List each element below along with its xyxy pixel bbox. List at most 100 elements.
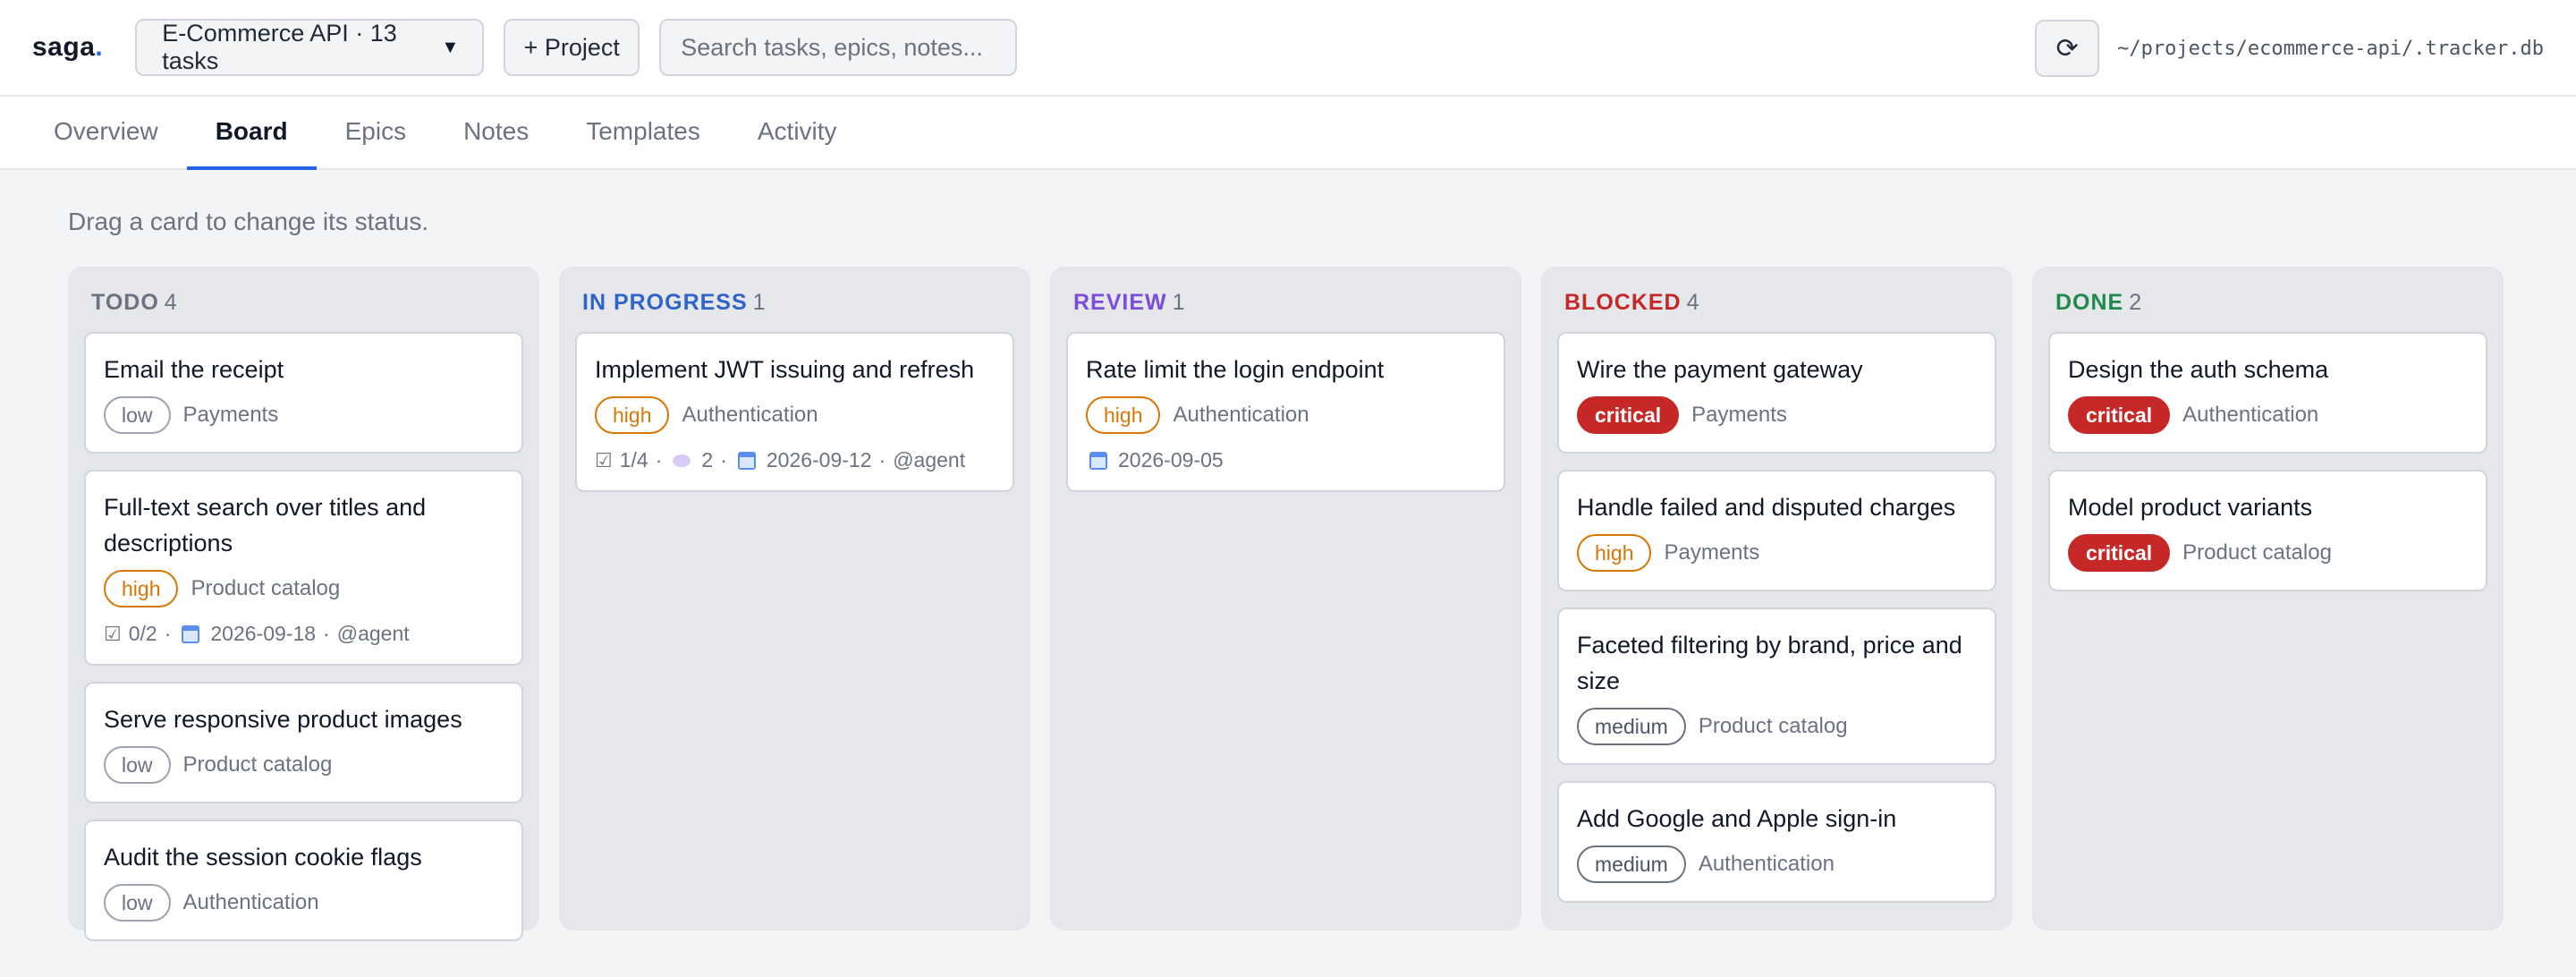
priority-badge: medium [1577,708,1686,745]
search-input[interactable]: Search tasks, epics, notes... [659,19,1018,76]
task-title: Full-text search over titles and descrip… [104,494,427,556]
task-card[interactable]: Add Google and Apple sign-in medium Authen… [1557,781,1996,903]
task-card[interactable]: Implement JWT issuing and refresh high Aut… [575,332,1014,492]
task-title: Wire the payment gateway [1577,356,1863,383]
meta-separator: · [655,448,663,472]
column-title: TODO [91,290,159,315]
db-path: ~/projects/ecommerce-api/.tracker.db [2117,37,2544,60]
comment-icon [673,454,691,467]
meta-separator: · [164,622,172,645]
priority-badge: high [1577,534,1652,572]
task-card[interactable]: Email the receipt low Payments [84,332,523,454]
new-project-button[interactable]: + Project [504,19,640,76]
tab-board[interactable]: Board [186,97,317,170]
task-tags: medium Product catalog [1577,708,1977,745]
column-header: TODO 4 [84,286,523,332]
due-date: 2026-09-05 [1118,448,1224,472]
priority-badge: critical [2068,396,2171,434]
priority-badge: low [104,746,171,784]
column-title: DONE [2055,290,2124,315]
epic-label: Authentication [1698,852,1835,876]
column-header: IN PROGRESS 1 [575,286,1014,332]
task-title: Handle failed and disputed charges [1577,494,1956,521]
task-card[interactable]: Serve responsive product images low Produc… [84,682,523,803]
card-list: Implement JWT issuing and refresh high Aut… [575,332,1014,492]
app-logo[interactable]: saga. [32,32,103,63]
task-tags: high Payments [1577,534,1977,572]
task-title: Add Google and Apple sign-in [1577,805,1897,832]
refresh-button[interactable]: ⟳ [2035,20,2100,77]
task-card[interactable]: Rate limit the login endpoint high Authent… [1066,332,1505,492]
card-list: Wire the payment gateway critical Payments… [1557,332,1996,903]
task-tags: critical Authentication [2068,396,2468,434]
top-right-group: ⟳ ~/projects/ecommerce-api/.tracker.db [2035,20,2544,77]
epic-label: Payments [182,403,279,427]
task-card[interactable]: Wire the payment gateway critical Payments [1557,332,1996,454]
priority-badge: critical [2068,534,2171,572]
epic-label: Payments [1691,403,1787,427]
card-list: Rate limit the login endpoint high Authent… [1066,332,1505,492]
task-title: Model product variants [2068,494,2313,521]
calendar-icon [737,451,756,470]
task-title: Implement JWT issuing and refresh [595,356,975,383]
column-header: BLOCKED 4 [1557,286,1996,332]
task-card[interactable]: Design the auth schema critical Authentica… [2048,332,2487,454]
tab-notes[interactable]: Notes [435,97,557,170]
task-tags: high Authentication [595,396,995,434]
board-hint: Drag a card to change its status. [68,208,429,235]
tab-epics[interactable]: Epics [317,97,435,170]
priority-badge: critical [1577,396,1680,434]
card-list: Design the auth schema critical Authentica… [2048,332,2487,591]
task-tags: low Authentication [104,884,504,922]
checkbox-icon: ☑ [104,622,122,645]
task-tags: high Product catalog [104,570,504,607]
meta-separator: · [323,622,330,645]
kanban-board: TODO 4 Email the receipt low Payments Full-te… [0,267,2576,941]
task-tags: low Product catalog [104,746,504,784]
column-count: 2 [2129,290,2142,315]
refresh-icon: ⟳ [2055,33,2079,64]
meta-separator: · [878,448,886,472]
column-blocked: BLOCKED 4 Wire the payment gateway critical… [1541,267,2012,930]
meta-separator: · [720,448,727,472]
task-title: Email the receipt [104,356,284,383]
task-card[interactable]: Model product variants critical Product ca… [2048,470,2487,591]
column-todo: TODO 4 Email the receipt low Payments Full-te… [68,267,539,941]
column-count: 1 [1172,290,1185,315]
epic-label: Product catalog [182,752,333,777]
column-count: 4 [1686,290,1699,315]
priority-badge: high [1086,396,1161,434]
column-header: REVIEW 1 [1066,286,1505,332]
tab-activity[interactable]: Activity [729,97,866,170]
checkbox-icon: ☑ [595,448,613,472]
priority-badge: high [595,396,670,434]
task-tags: medium Authentication [1577,845,1977,883]
task-meta: ☑ 0/2 · 2026-09-18 · @agent [104,622,504,646]
top-bar: saga. E-Commerce API · 13 tasks ▼ + Proj… [0,0,2576,97]
task-title: Faceted filtering by brand, price and si… [1577,632,1962,694]
column-title: REVIEW [1073,290,1167,315]
task-card[interactable]: Faceted filtering by brand, price and si… [1557,607,1996,765]
task-title: Audit the session cookie flags [104,844,422,871]
task-card[interactable]: Handle failed and disputed charges high Pa… [1557,470,1996,591]
tab-templates[interactable]: Templates [557,97,729,170]
priority-badge: low [104,396,171,434]
epic-label: Product catalog [191,576,341,600]
epic-label: Payments [1664,540,1760,565]
column-done: DONE 2 Design the auth schema critical Authe… [2032,267,2504,930]
card-list: Email the receipt low Payments Full-text se… [84,332,523,941]
task-title: Serve responsive product images [104,706,462,733]
task-card[interactable]: Full-text search over titles and descrip… [84,470,523,666]
epic-label: Authentication [682,403,818,427]
priority-badge: high [104,570,179,607]
project-select[interactable]: E-Commerce API · 13 tasks ▼ [135,19,485,76]
project-select-value: E-Commerce API · 13 tasks [162,20,397,74]
priority-badge: medium [1577,845,1686,883]
due-date: 2026-09-18 [210,622,317,645]
tab-overview[interactable]: Overview [25,97,187,170]
chevron-down-icon: ▼ [441,37,460,57]
task-card[interactable]: Audit the session cookie flags low Authent… [84,820,523,941]
task-title: Rate limit the login endpoint [1086,356,1385,383]
priority-badge: low [104,884,171,922]
task-meta: 2026-09-05 [1086,448,1486,472]
